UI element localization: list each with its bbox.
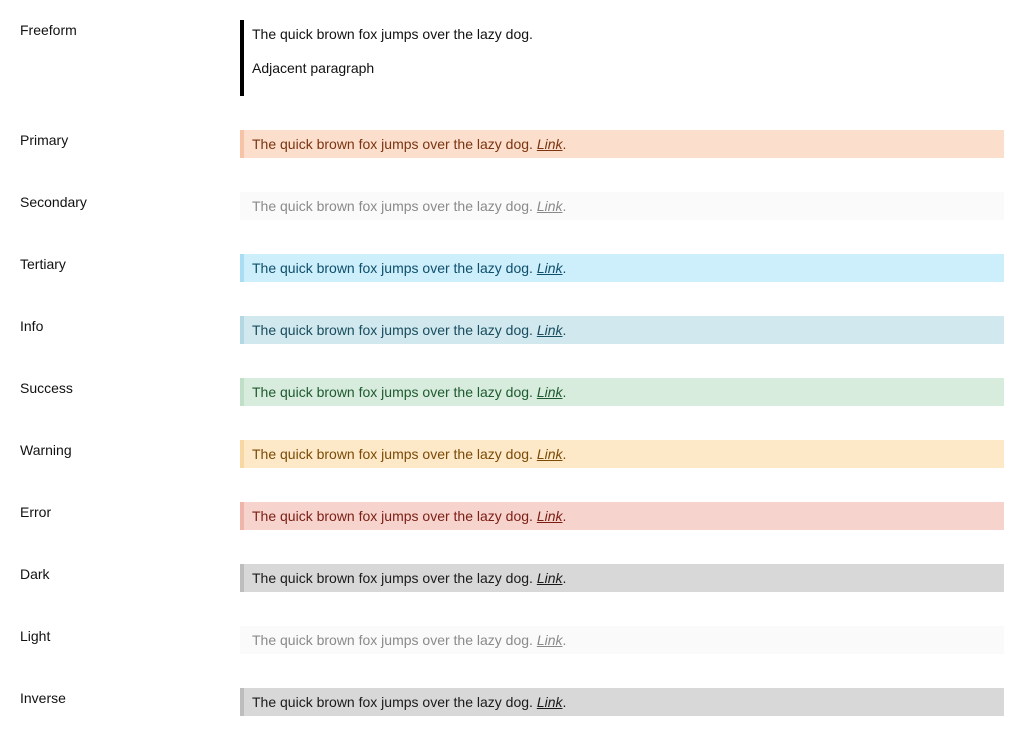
note-text: The quick brown fox jumps over the lazy … — [252, 694, 533, 710]
note-punct: . — [562, 384, 567, 400]
row-label-inverse: Inverse — [20, 690, 66, 706]
note-punct: . — [562, 508, 567, 524]
note-link[interactable]: Link — [537, 322, 563, 338]
note-text: The quick brown fox jumps over the lazy … — [252, 384, 533, 400]
freeform-blockquote: The quick brown fox jumps over the lazy … — [240, 20, 1004, 96]
note-link[interactable]: Link — [537, 632, 563, 648]
row-label-error: Error — [20, 504, 52, 520]
row-label-primary: Primary — [20, 132, 69, 148]
note-text: The quick brown fox jumps over the lazy … — [252, 508, 533, 524]
note-link[interactable]: Link — [537, 570, 563, 586]
note-text: The quick brown fox jumps over the lazy … — [252, 632, 533, 648]
note-error: The quick brown fox jumps over the lazy … — [240, 502, 1004, 530]
note-punct: . — [562, 694, 567, 710]
row-label-warning: Warning — [20, 442, 72, 458]
freeform-paragraph-2: Adjacent paragraph — [252, 60, 375, 76]
note-link[interactable]: Link — [537, 694, 563, 710]
note-punct: . — [562, 198, 567, 214]
note-punct: . — [562, 632, 567, 648]
row-label-tertiary: Tertiary — [20, 256, 66, 272]
row-label-secondary: Secondary — [20, 194, 87, 210]
note-inverse: The quick brown fox jumps over the lazy … — [240, 688, 1004, 716]
note-text: The quick brown fox jumps over the lazy … — [252, 322, 533, 338]
note-text: The quick brown fox jumps over the lazy … — [252, 136, 533, 152]
note-primary: The quick brown fox jumps over the lazy … — [240, 130, 1004, 158]
note-text: The quick brown fox jumps over the lazy … — [252, 446, 533, 462]
note-text: The quick brown fox jumps over the lazy … — [252, 260, 533, 276]
note-punct: . — [562, 570, 567, 586]
note-text: The quick brown fox jumps over the lazy … — [252, 570, 533, 586]
note-info: The quick brown fox jumps over the lazy … — [240, 316, 1004, 344]
note-light: The quick brown fox jumps over the lazy … — [240, 626, 1004, 654]
note-link[interactable]: Link — [537, 136, 563, 152]
freeform-paragraph-1: The quick brown fox jumps over the lazy … — [252, 26, 533, 42]
note-link[interactable]: Link — [537, 260, 563, 276]
note-link[interactable]: Link — [537, 198, 563, 214]
note-punct: . — [562, 136, 567, 152]
note-punct: . — [562, 260, 567, 276]
row-label-freeform: Freeform — [20, 22, 77, 38]
row-label-success: Success — [20, 380, 73, 396]
note-link[interactable]: Link — [537, 446, 563, 462]
note-link[interactable]: Link — [537, 384, 563, 400]
row-label-info: Info — [20, 318, 44, 334]
note-secondary: The quick brown fox jumps over the lazy … — [240, 192, 1004, 220]
note-punct: . — [562, 322, 567, 338]
note-link[interactable]: Link — [537, 508, 563, 524]
note-warning: The quick brown fox jumps over the lazy … — [240, 440, 1004, 468]
note-dark: The quick brown fox jumps over the lazy … — [240, 564, 1004, 592]
note-punct: . — [562, 446, 567, 462]
note-text: The quick brown fox jumps over the lazy … — [252, 198, 533, 214]
row-label-dark: Dark — [20, 566, 50, 582]
note-tertiary: The quick brown fox jumps over the lazy … — [240, 254, 1004, 282]
note-success: The quick brown fox jumps over the lazy … — [240, 378, 1004, 406]
row-label-light: Light — [20, 628, 51, 644]
